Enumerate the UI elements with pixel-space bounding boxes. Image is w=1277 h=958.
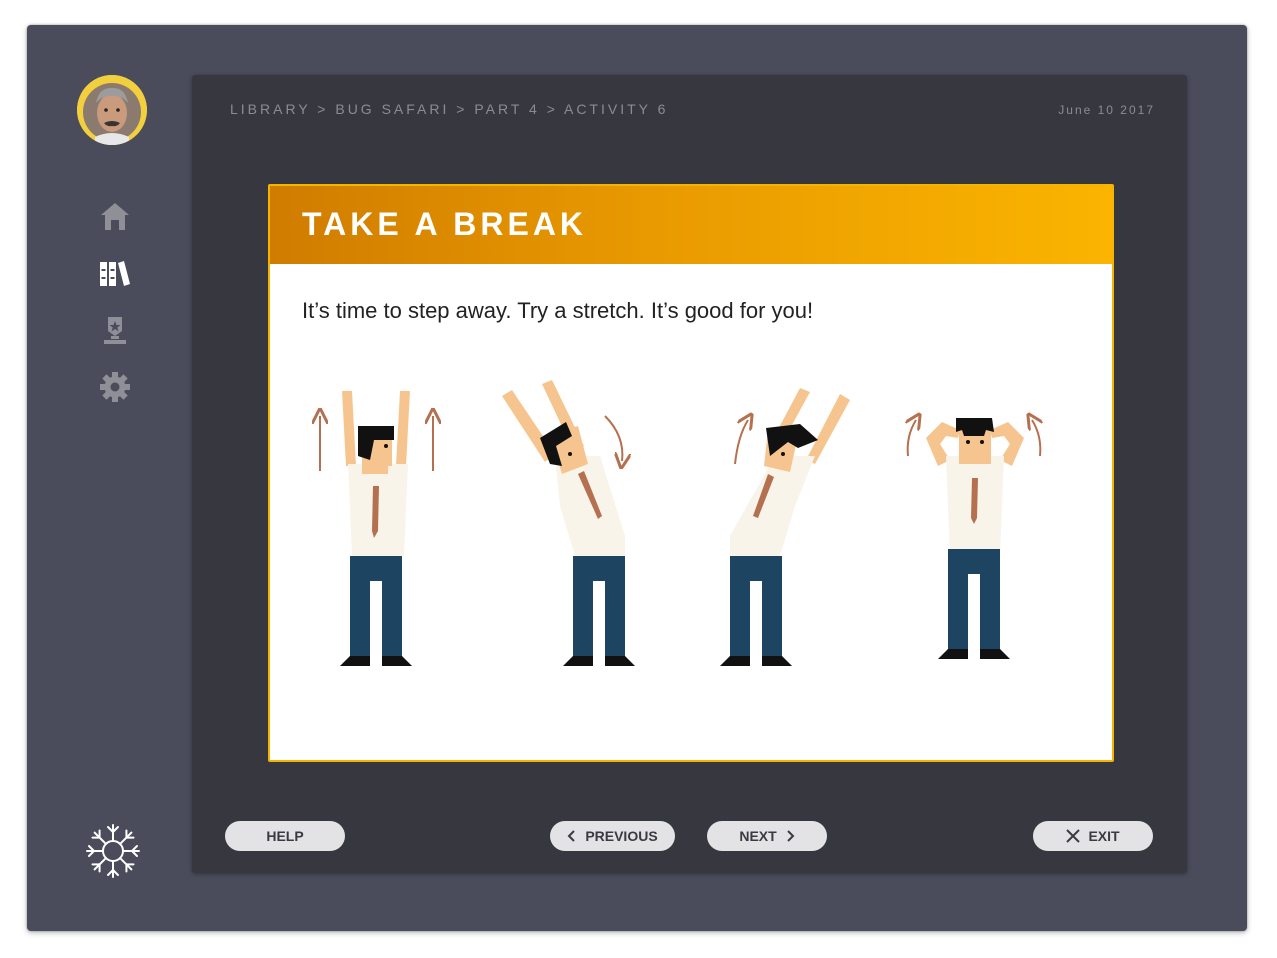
card-title: TAKE A BREAK xyxy=(302,206,588,242)
exit-label: EXIT xyxy=(1088,828,1120,844)
stretch-figure-3 xyxy=(720,388,850,666)
previous-button[interactable]: PREVIOUS xyxy=(550,821,675,851)
gear-icon[interactable] xyxy=(98,370,132,404)
content-panel: LIBRARY > BUG SAFARI > PART 4 > ACTIVITY… xyxy=(192,75,1187,873)
card-header: TAKE A BREAK xyxy=(270,186,1112,264)
stretch-illustration xyxy=(270,380,1112,666)
exit-button[interactable]: EXIT xyxy=(1033,821,1153,851)
chevron-left-icon xyxy=(567,830,576,842)
library-icon[interactable] xyxy=(98,257,132,291)
device-frame: LIBRARY > BUG SAFARI > PART 4 > ACTIVITY… xyxy=(27,25,1247,931)
next-label: NEXT xyxy=(739,828,777,844)
breadcrumb[interactable]: LIBRARY > BUG SAFARI > PART 4 > ACTIVITY… xyxy=(230,101,668,117)
date-label: June 10 2017 xyxy=(1058,103,1155,117)
previous-label: PREVIOUS xyxy=(585,828,658,844)
avatar-portrait-icon xyxy=(77,75,147,145)
user-avatar[interactable] xyxy=(77,75,147,145)
home-icon[interactable] xyxy=(98,200,132,234)
stretch-figure-4 xyxy=(908,418,1041,659)
stretch-figure-1 xyxy=(320,391,433,666)
snowflake-icon xyxy=(86,824,140,878)
close-icon xyxy=(1066,829,1081,843)
award-icon[interactable] xyxy=(98,313,132,347)
stretch-figure-2 xyxy=(502,380,635,666)
next-button[interactable]: NEXT xyxy=(707,821,827,851)
help-label: HELP xyxy=(266,828,304,844)
chevron-right-icon xyxy=(786,830,795,842)
activity-card: TAKE A BREAK It’s time to step away. Try… xyxy=(268,184,1114,762)
card-body-text: It’s time to step away. Try a stretch. I… xyxy=(302,298,814,323)
help-button[interactable]: HELP xyxy=(225,821,345,851)
